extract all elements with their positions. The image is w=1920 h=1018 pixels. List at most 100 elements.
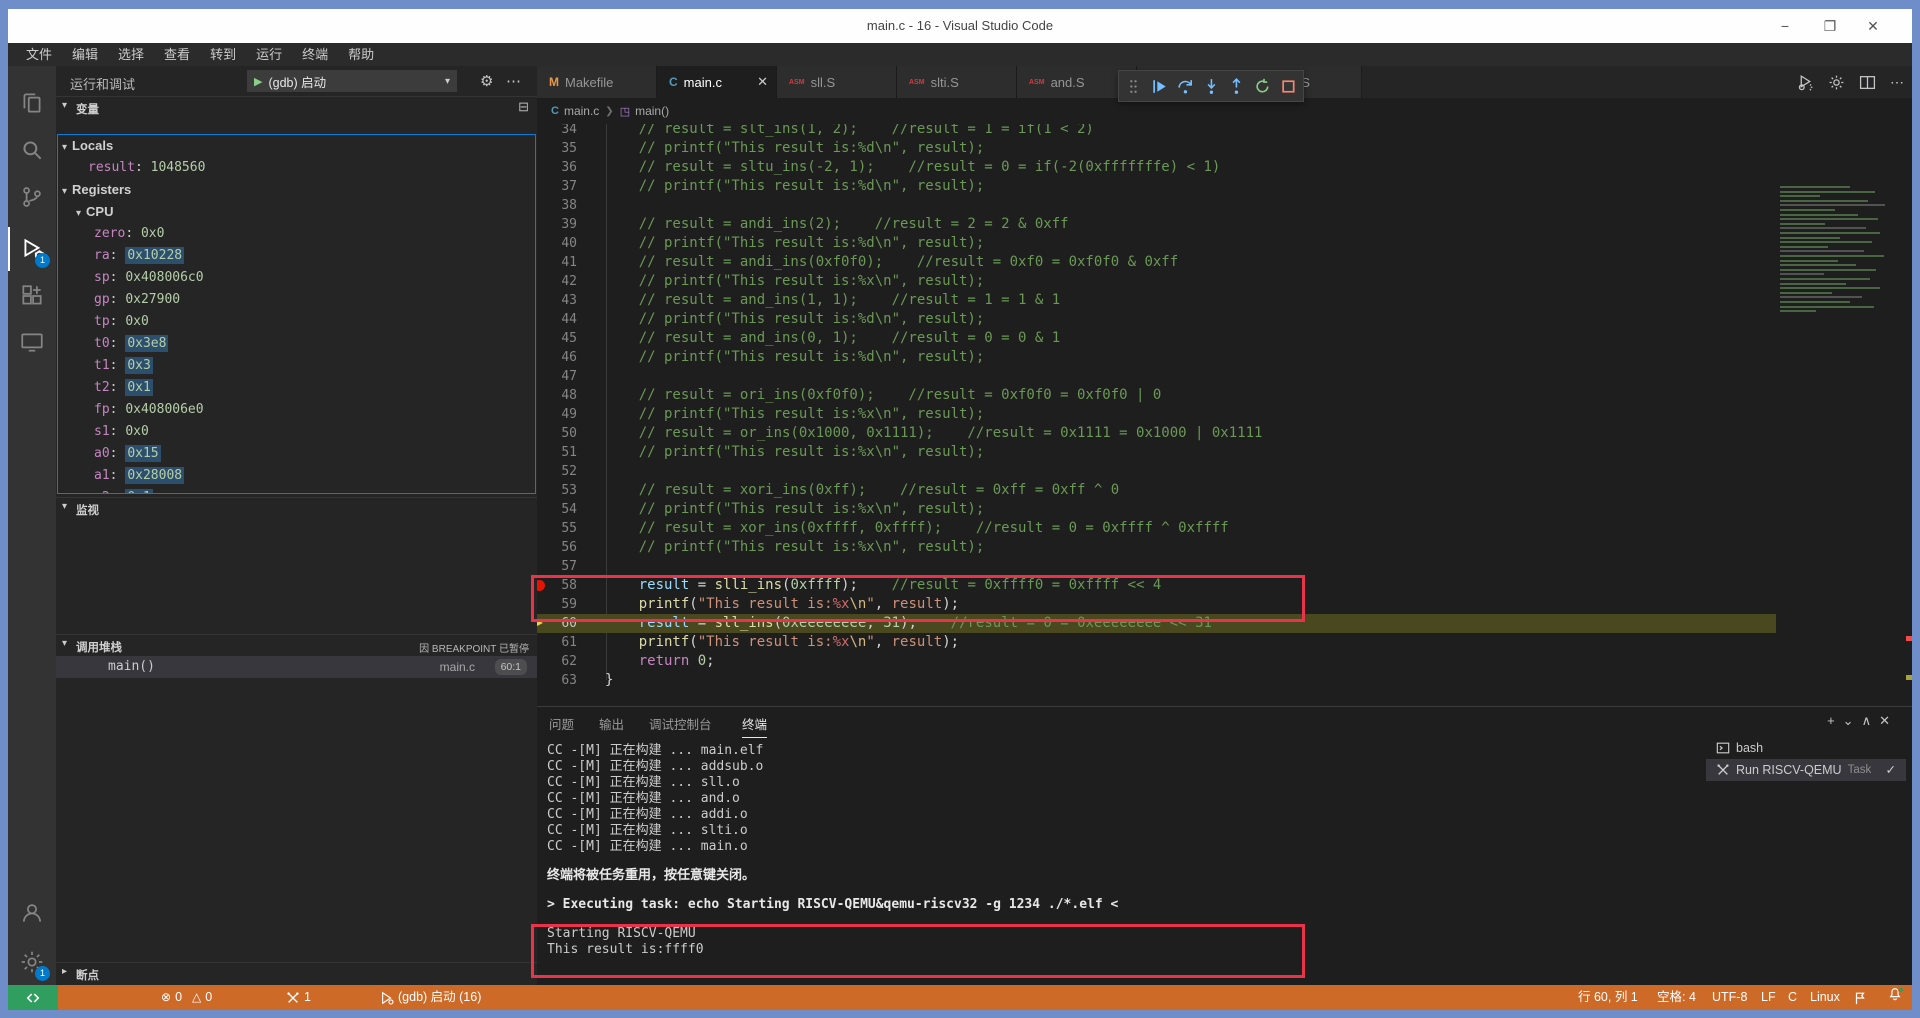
variable-row-tp[interactable]: tp: 0x0 — [58, 311, 535, 333]
code-line-35[interactable]: 35 // printf("This result is:%d\n", resu… — [537, 139, 1912, 158]
tree-category-Locals[interactable]: ▾ Locals — [58, 135, 535, 157]
variable-row-t0[interactable]: t0: 0x3e8 — [58, 333, 535, 355]
variable-row-sp[interactable]: sp: 0x408006c0 — [58, 267, 535, 289]
gear-icon[interactable] — [1828, 74, 1845, 91]
code-line-55[interactable]: 55 // result = xor_ins(0xffff, 0xffff); … — [537, 519, 1912, 538]
line-number[interactable]: 48 — [545, 386, 577, 405]
activity-files-icon[interactable] — [8, 81, 56, 125]
code-line-51[interactable]: 51 // printf("This result is:%x\n", resu… — [537, 443, 1912, 462]
terminal-dropdown-icon[interactable]: ⌄ — [1843, 713, 1854, 729]
code-line-41[interactable]: 41 // result = andi_ins(0xf0f0); //resul… — [537, 253, 1912, 272]
line-number[interactable]: 36 — [545, 158, 577, 177]
line-number[interactable]: 63 — [545, 671, 577, 690]
panel-tab-问题[interactable]: 问题 — [549, 714, 574, 733]
close-panel-icon[interactable]: ✕ — [1879, 713, 1890, 729]
maximize-button[interactable]: ❐ — [1813, 9, 1847, 43]
line-number[interactable]: 38 — [545, 196, 577, 215]
menu-帮助[interactable]: 帮助 — [338, 43, 384, 66]
breakpoints-section-header[interactable]: ▸ 断点 — [56, 962, 537, 983]
problems-status[interactable]: ⊗ 0 △ 0 — [161, 985, 212, 1010]
code-line-38[interactable]: 38 — [537, 196, 1912, 215]
variables-section-header[interactable]: ▾ 变量 ⊟ — [56, 96, 537, 117]
code-line-37[interactable]: 37 // printf("This result is:%d\n", resu… — [537, 177, 1912, 196]
line-number[interactable]: 46 — [545, 348, 577, 367]
stack-frame-row[interactable]: main() main.c 60:1 — [56, 656, 537, 678]
continue-button[interactable] — [1151, 77, 1168, 96]
code-line-62[interactable]: 62 return 0; — [537, 652, 1912, 671]
run-or-debug-icon[interactable] — [1797, 74, 1814, 91]
variable-row-a1[interactable]: a1: 0x28008 — [58, 465, 535, 487]
activity-extensions-icon[interactable] — [8, 274, 56, 318]
code-line-42[interactable]: 42 // printf("This result is:%x\n", resu… — [537, 272, 1912, 291]
toolbar-grip-icon[interactable] — [1125, 77, 1142, 96]
line-number[interactable]: 42 — [545, 272, 577, 291]
restart-button[interactable] — [1254, 77, 1271, 96]
start-debug-icon[interactable]: ▶ — [254, 75, 262, 88]
close-button[interactable]: ✕ — [1856, 9, 1890, 43]
running-tasks-status[interactable]: 1 — [286, 985, 311, 1010]
code-line-49[interactable]: 49 // printf("This result is:%x\n", resu… — [537, 405, 1912, 424]
launch-config-dropdown[interactable]: ▶ (gdb) 启动 ▾ — [247, 70, 457, 92]
line-number[interactable]: 57 — [545, 557, 577, 576]
menu-文件[interactable]: 文件 — [16, 43, 62, 66]
line-number[interactable]: 40 — [545, 234, 577, 253]
line-number[interactable]: 45 — [545, 329, 577, 348]
launch-settings-gear-icon[interactable]: ⚙ — [480, 72, 493, 90]
line-number[interactable]: 49 — [545, 405, 577, 424]
line-number[interactable]: 55 — [545, 519, 577, 538]
line-number[interactable]: 41 — [545, 253, 577, 272]
activity-search-icon[interactable] — [8, 128, 56, 172]
menu-编辑[interactable]: 编辑 — [62, 43, 108, 66]
menu-选择[interactable]: 选择 — [108, 43, 154, 66]
minimize-button[interactable]: − — [1768, 9, 1802, 43]
activity-account-icon[interactable] — [8, 891, 56, 935]
line-number[interactable]: 43 — [545, 291, 577, 310]
step-out-button[interactable] — [1228, 77, 1245, 96]
feedback-flag-icon[interactable] — [1853, 985, 1867, 1010]
line-number[interactable]: 56 — [545, 538, 577, 557]
tree-category-CPU[interactable]: ▾ CPU — [58, 201, 535, 223]
line-number[interactable]: 44 — [545, 310, 577, 329]
line-number[interactable]: 54 — [545, 500, 577, 519]
stop-button[interactable] — [1280, 77, 1297, 96]
code-line-57[interactable]: 57 — [537, 557, 1912, 576]
line-number[interactable]: 50 — [545, 424, 577, 443]
line-number[interactable]: 52 — [545, 462, 577, 481]
cursor-position[interactable]: 行 60, 列 1 — [1578, 985, 1638, 1010]
breadcrumb-file[interactable]: main.c — [564, 104, 599, 118]
variable-row-fp[interactable]: fp: 0x408006e0 — [58, 399, 535, 421]
variable-row-ra[interactable]: ra: 0x10228 — [58, 245, 535, 267]
terminal-session-Run RISCV-QEMU[interactable]: Run RISCV-QEMU Task ✓ — [1706, 759, 1906, 781]
tab-slti.S[interactable]: ASM slti.S — [897, 66, 1017, 98]
variable-row-result[interactable]: result: 1048560 — [58, 157, 535, 179]
more-actions-icon[interactable]: ⋯ — [506, 72, 521, 90]
code-line-45[interactable]: 45 // result = and_ins(0, 1); //result =… — [537, 329, 1912, 348]
code-line-39[interactable]: 39 // result = andi_ins(2); //result = 2… — [537, 215, 1912, 234]
new-terminal-icon[interactable]: + — [1827, 713, 1835, 729]
line-number[interactable]: 35 — [545, 139, 577, 158]
code-line-40[interactable]: 40 // printf("This result is:%d\n", resu… — [537, 234, 1912, 253]
menu-转到[interactable]: 转到 — [200, 43, 246, 66]
line-number[interactable]: 47 — [545, 367, 577, 386]
code-line-50[interactable]: 50 // result = or_ins(0x1000, 0x1111); /… — [537, 424, 1912, 443]
variable-row-a0[interactable]: a0: 0x15 — [58, 443, 535, 465]
code-line-34[interactable]: 34 // result = slt_ins(1, 2); //result =… — [537, 124, 1912, 139]
variable-row-zero[interactable]: zero: 0x0 — [58, 223, 535, 245]
code-line-63[interactable]: 63} — [537, 671, 1912, 690]
more-actions-icon[interactable]: ⋯ — [1890, 74, 1904, 91]
activity-run-debug-icon[interactable]: 1 — [8, 227, 56, 271]
menu-查看[interactable]: 查看 — [154, 43, 200, 66]
code-line-46[interactable]: 46 // printf("This result is:%d\n", resu… — [537, 348, 1912, 367]
line-number[interactable]: 34 — [545, 124, 577, 139]
line-number[interactable]: 53 — [545, 481, 577, 500]
activity-source-control-icon[interactable] — [8, 175, 56, 219]
encoding-status[interactable]: UTF-8 — [1712, 985, 1747, 1010]
variable-row-t2[interactable]: t2: 0x1 — [58, 377, 535, 399]
variable-row-s1[interactable]: s1: 0x0 — [58, 421, 535, 443]
line-number[interactable]: 39 — [545, 215, 577, 234]
activity-gear-icon[interactable]: 1 — [8, 940, 56, 984]
terminal-session-bash[interactable]: bash — [1706, 737, 1906, 759]
line-number[interactable]: 37 — [545, 177, 577, 196]
activity-remote-vm-icon[interactable] — [8, 320, 56, 364]
variable-row-a2[interactable]: a2: 0x1 — [58, 487, 535, 493]
